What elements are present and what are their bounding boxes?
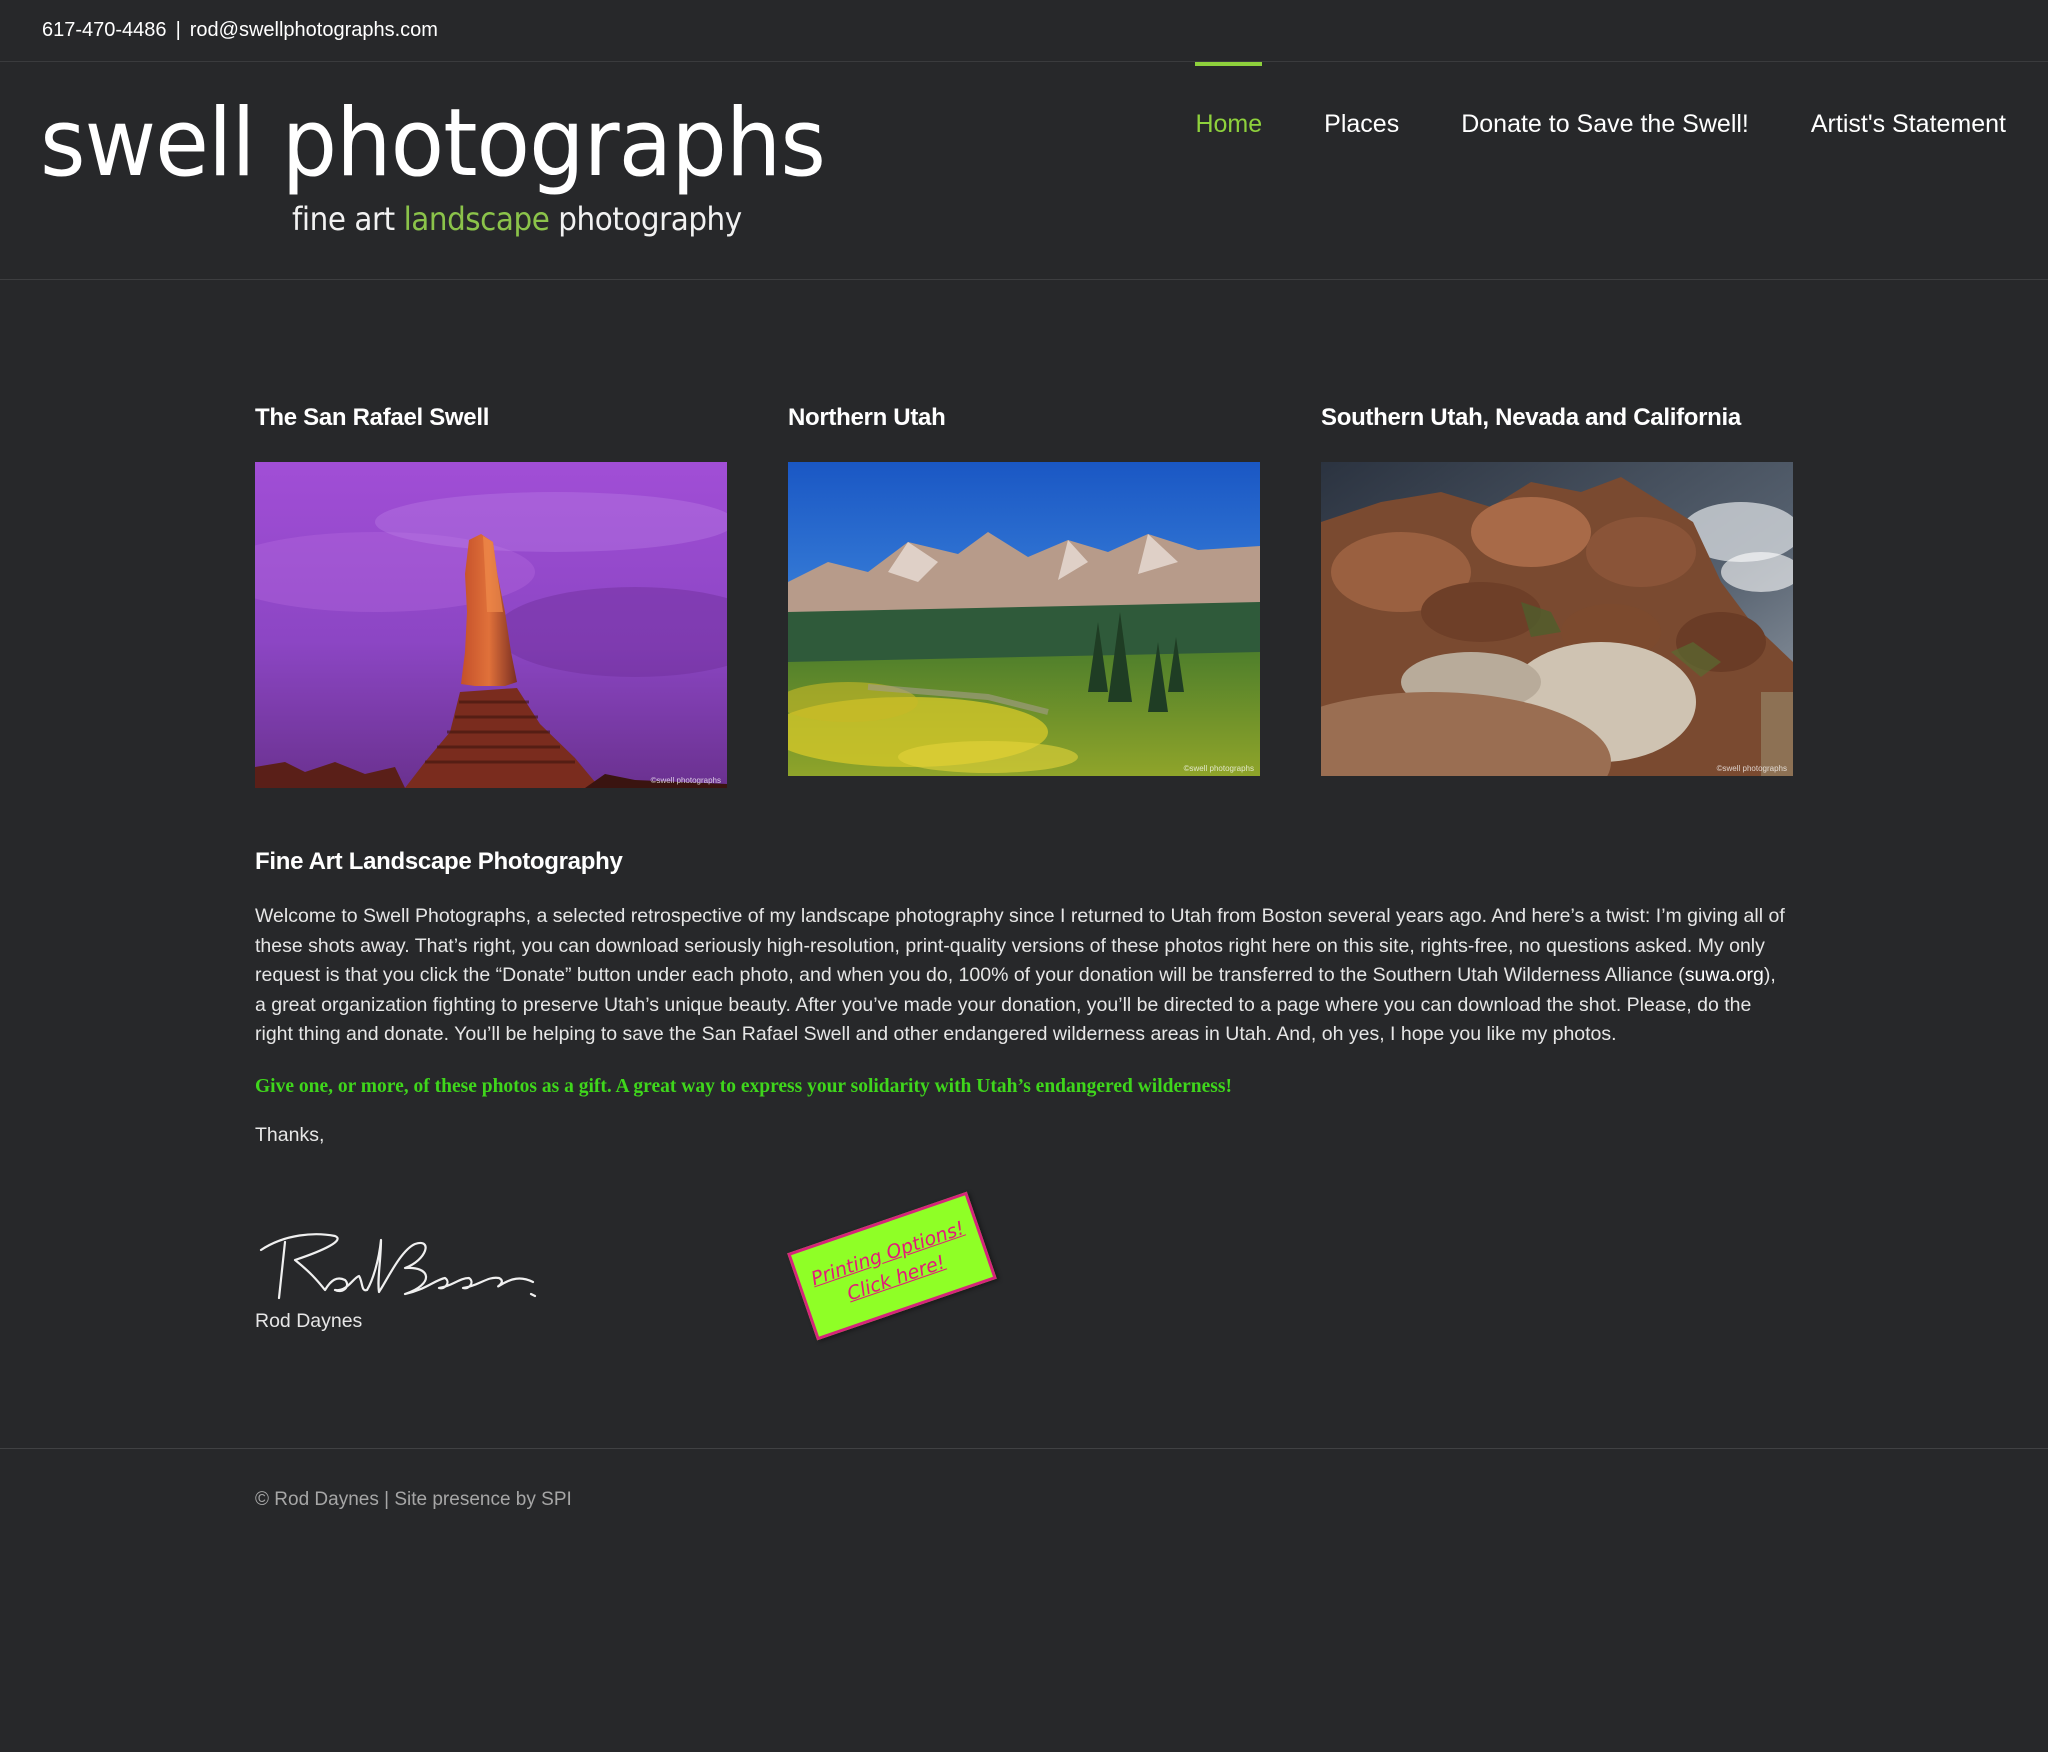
site-logo[interactable]: swell photographs fine art landscape pho… [40,92,826,242]
logo-tagline-accent: landscape [403,200,550,238]
gallery-card-title[interactable]: The San Rafael Swell [255,404,727,462]
san-rafael-photo[interactable]: ©swell photographs [255,462,727,788]
printing-options-button[interactable]: Printing Options! Click here! [787,1191,997,1341]
intro-heading: Fine Art Landscape Photography [255,848,623,875]
gallery-card-southern-utah: Southern Utah, Nevada and California ©sw… [1321,404,1793,776]
northern-utah-image [788,462,1260,776]
intro-body-part1: Welcome to Swell Photographs, a selected… [255,905,1785,986]
logo-tagline: fine art landscape photography [292,200,742,238]
gallery-card-title[interactable]: Northern Utah [788,404,1260,462]
email-link[interactable]: rod@swellphotographs.com [190,19,438,42]
contact-bar: 617-470-4486 | rod@swellphotographs.com [0,0,2048,62]
nav-item-places[interactable]: Places [1324,62,1399,139]
logo-tagline-part1: fine art [292,200,404,238]
site-footer: © Rod Daynes | Site presence by SPI [0,1448,2048,1752]
footer-separator: | [384,1489,390,1510]
photo-watermark: ©swell photographs [1716,764,1787,773]
contact-separator: | [175,19,181,41]
photo-watermark: ©swell photographs [650,776,721,785]
southern-utah-image [1321,462,1793,776]
site-header: swell photographs fine art landscape pho… [0,62,2048,280]
southern-utah-photo[interactable]: ©swell photographs [1321,462,1793,776]
signature-name: Rod Daynes [255,1310,363,1332]
phone-link[interactable]: 617-470-4486 [42,19,167,42]
suwa-link[interactable]: suwa.org [1685,964,1764,986]
signature-image [259,1233,537,1300]
photo-watermark: ©swell photographs [1183,764,1254,773]
northern-utah-photo[interactable]: ©swell photographs [788,462,1260,776]
gallery-card-san-rafael: The San Rafael Swell ©swell photographs [255,404,727,788]
gallery-card-title[interactable]: Southern Utah, Nevada and California [1321,404,1793,462]
gallery-card-northern-utah: Northern Utah ©swell photographs [788,404,1260,776]
nav-item-home[interactable]: Home [1195,62,1262,139]
gift-callout: Give one, or more, of these photos as a … [255,1075,1232,1097]
footer-credit-link[interactable]: Site presence by SPI [394,1489,571,1510]
logo-tagline-part2: photography [549,200,742,238]
footer-text: © Rod Daynes | Site presence by SPI [255,1489,572,1511]
footer-copyright: © Rod Daynes [255,1489,379,1510]
logo-wordmark: swell photographs [40,89,826,198]
intro-body: Welcome to Swell Photographs, a selected… [255,902,1785,1050]
san-rafael-image [255,462,727,788]
thanks-text: Thanks, [255,1123,325,1146]
nav-item-donate[interactable]: Donate to Save the Swell! [1461,62,1749,139]
places-gallery: The San Rafael Swell ©swell photographs … [255,404,1795,804]
nav-item-artists-statement[interactable]: Artist's Statement [1811,62,2006,139]
intro-section: Fine Art Landscape Photography Welcome t… [255,848,1795,1147]
main-nav: Home Places Donate to Save the Swell! Ar… [1133,62,2006,162]
